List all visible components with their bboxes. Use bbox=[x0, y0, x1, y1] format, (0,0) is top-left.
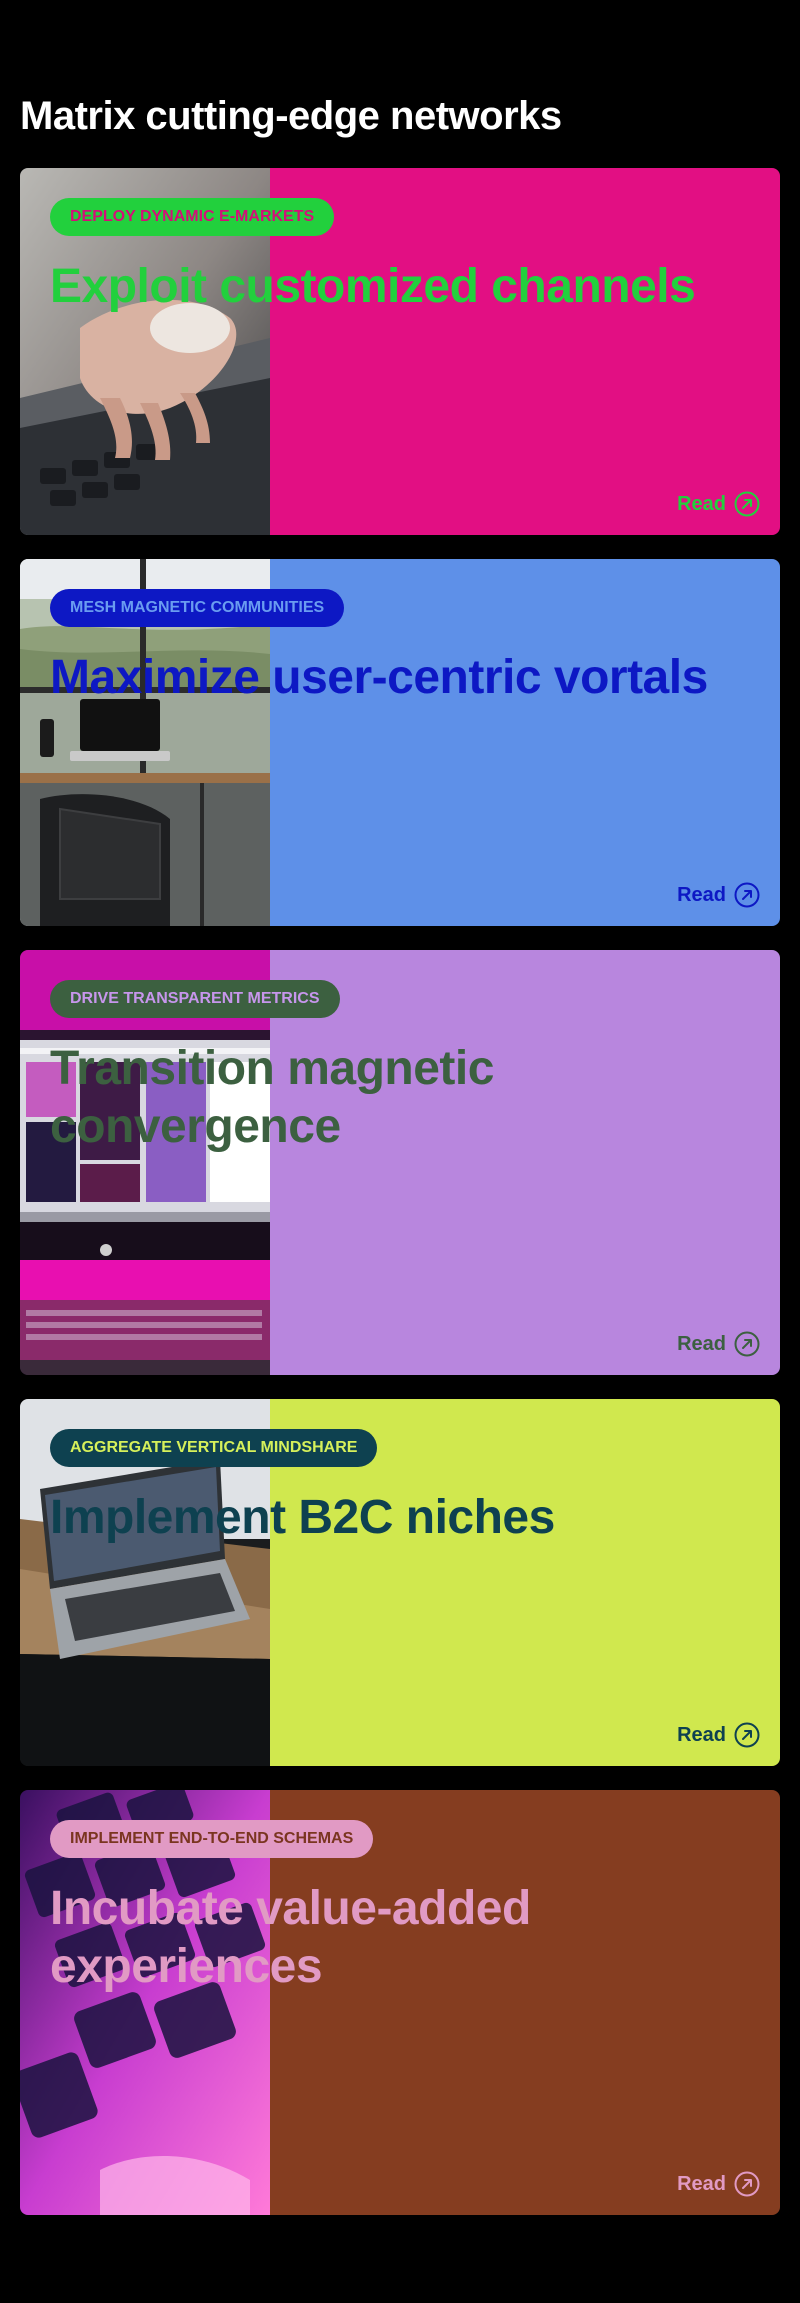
article-card[interactable]: Drive transparent metrics Transition mag… bbox=[20, 950, 780, 1375]
article-card[interactable]: Mesh magnetic communities Maximize user-… bbox=[20, 559, 780, 926]
card-color-panel bbox=[270, 950, 780, 1375]
card-title[interactable]: Exploit customized channels bbox=[50, 258, 750, 316]
read-label: Read bbox=[677, 1332, 726, 1355]
read-label: Read bbox=[677, 883, 726, 906]
article-card[interactable]: Deploy dynamic e-markets Exploit customi… bbox=[20, 168, 780, 535]
card-tag[interactable]: Aggregate vertical mindshare bbox=[50, 1429, 378, 1467]
arrow-up-right-icon bbox=[734, 491, 760, 517]
article-card[interactable]: Implement end-to-end schemas Incubate va… bbox=[20, 1790, 780, 2215]
page-title: Matrix cutting-edge networks bbox=[20, 94, 562, 138]
card-color-panel bbox=[270, 168, 780, 535]
read-label: Read bbox=[677, 1723, 726, 1746]
read-link[interactable]: Read bbox=[677, 1331, 760, 1357]
card-list: Deploy dynamic e-markets Exploit customi… bbox=[20, 168, 780, 2239]
card-title[interactable]: Implement B2C niches bbox=[50, 1489, 750, 1547]
read-link[interactable]: Read bbox=[677, 491, 760, 517]
card-title[interactable]: Maximize user-centric vortals bbox=[50, 649, 750, 707]
read-label: Read bbox=[677, 492, 726, 515]
card-tag[interactable]: Implement end-to-end schemas bbox=[50, 1820, 374, 1858]
read-link[interactable]: Read bbox=[677, 1722, 760, 1748]
read-link[interactable]: Read bbox=[677, 882, 760, 908]
read-label: Read bbox=[677, 2172, 726, 2195]
read-link[interactable]: Read bbox=[677, 2171, 760, 2197]
card-tag[interactable]: Deploy dynamic e-markets bbox=[50, 198, 335, 236]
card-tag[interactable]: Drive transparent metrics bbox=[50, 980, 340, 1018]
arrow-up-right-icon bbox=[734, 1722, 760, 1748]
card-title[interactable]: Transition magnetic convergence bbox=[50, 1040, 570, 1156]
card-color-panel bbox=[270, 559, 780, 926]
arrow-up-right-icon bbox=[734, 2171, 760, 2197]
arrow-up-right-icon bbox=[734, 1331, 760, 1357]
card-tag[interactable]: Mesh magnetic communities bbox=[50, 589, 345, 627]
arrow-up-right-icon bbox=[734, 882, 760, 908]
article-card[interactable]: Aggregate vertical mindshare Implement B… bbox=[20, 1399, 780, 1766]
card-title[interactable]: Incubate value-added experiences bbox=[50, 1880, 610, 1996]
